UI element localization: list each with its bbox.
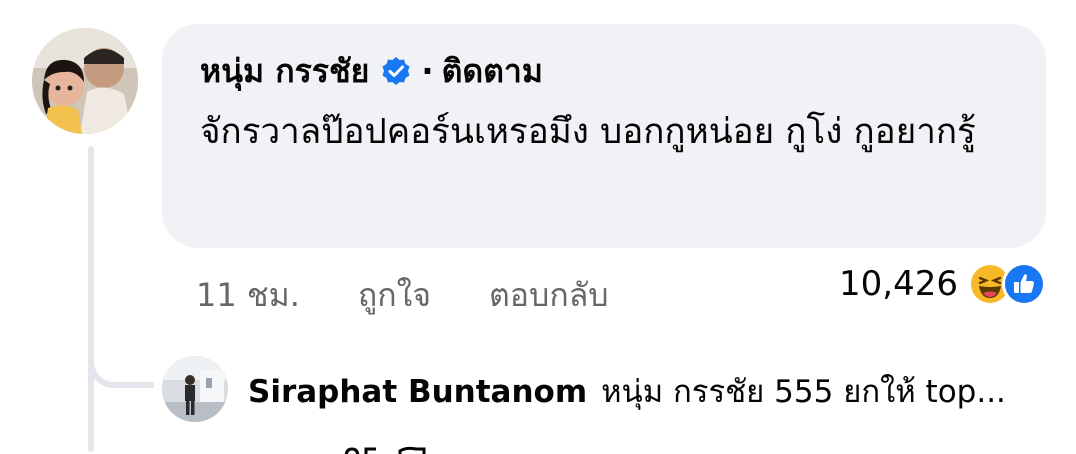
reply-avatar[interactable]	[162, 356, 228, 422]
reply-author-name[interactable]: Siraphat Buntanom	[248, 374, 587, 410]
author-name[interactable]: หนุ่ม กรรชัย	[200, 46, 369, 97]
separator-dot: ·	[421, 52, 434, 90]
reply-link[interactable]: ตอบกลับ	[489, 270, 609, 321]
comment-actions: 11 ชม. ถูกใจ ตอบกลับ	[196, 270, 667, 321]
follow-link[interactable]: ติดตาม	[442, 46, 543, 97]
verified-badge-icon	[381, 56, 411, 86]
next-item-partial	[340, 442, 460, 454]
comment-text: จักรวาลป๊อปคอร์นเหรอมึง บอกกูหน่อย กูโง่…	[200, 112, 976, 152]
reply-preview[interactable]: Siraphat Buntanom หนุ่ม กรรชัย 555 ยกให้ …	[248, 366, 1006, 416]
thread-line	[88, 146, 94, 452]
reactions-summary[interactable]: 10,426	[839, 262, 1046, 306]
avatar[interactable]	[32, 28, 138, 134]
thread-connector	[88, 326, 154, 388]
comment-timestamp[interactable]: 11 ชม.	[196, 270, 300, 321]
comment-header: หนุ่ม กรรชัย · ติดตาม	[200, 48, 1008, 94]
comment-bubble: หนุ่ม กรรชัย · ติดตาม จักรวาลป๊อปคอร์นเห…	[162, 24, 1046, 248]
reaction-count: 10,426	[839, 264, 958, 304]
reply-preview-text: หนุ่ม กรรชัย 555 ยกให้ top...	[601, 374, 1006, 410]
like-icon	[1002, 262, 1046, 306]
like-link[interactable]: ถูกใจ	[358, 270, 431, 321]
